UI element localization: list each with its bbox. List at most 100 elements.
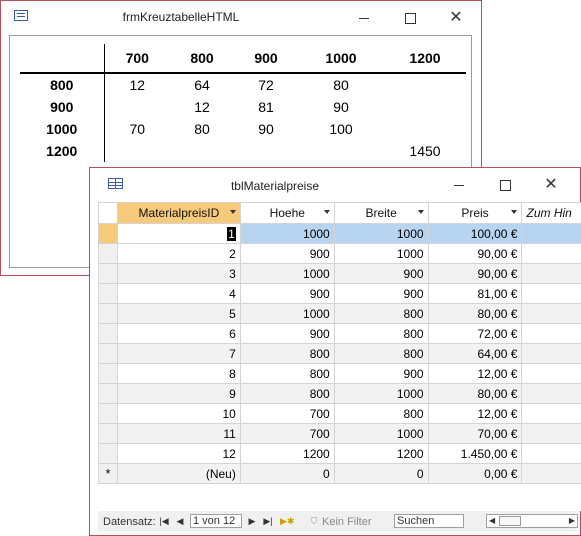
cell-add-new[interactable]: [521, 223, 581, 244]
close-button[interactable]: ✕: [433, 1, 479, 33]
record-position-field[interactable]: 1 von 12: [190, 514, 242, 528]
cell-hoehe[interactable]: 900: [239, 243, 335, 264]
cell-add-new[interactable]: [521, 403, 581, 424]
cell-preis[interactable]: 0,00 €: [427, 463, 523, 484]
cell-breite[interactable]: 1000: [333, 423, 429, 444]
cell-id[interactable]: 10: [116, 403, 241, 424]
column-header-materialpreisid[interactable]: MaterialpreisID: [116, 202, 241, 224]
cell-id[interactable]: 12: [116, 443, 241, 464]
minimize-button[interactable]: [436, 168, 482, 200]
cell-id[interactable]: 7: [116, 343, 241, 364]
cell-preis[interactable]: 12,00 €: [427, 363, 523, 384]
cell-add-new[interactable]: [521, 283, 581, 304]
cell-preis[interactable]: 100,00 €: [427, 223, 523, 244]
cell-preis[interactable]: 90,00 €: [427, 243, 523, 264]
cell-id[interactable]: (Neu): [116, 463, 241, 484]
cell-id[interactable]: 3: [116, 263, 241, 284]
table-row[interactable]: 3 1000 900 90,00 €: [98, 263, 581, 284]
cell-add-new[interactable]: [521, 463, 581, 484]
cell-breite[interactable]: 900: [333, 283, 429, 304]
cell-id[interactable]: 11: [116, 423, 241, 444]
cell-breite[interactable]: 800: [333, 323, 429, 344]
cell-add-new[interactable]: [521, 383, 581, 404]
scroll-thumb[interactable]: [499, 516, 521, 526]
next-record-button[interactable]: ▶: [246, 514, 258, 528]
row-selector[interactable]: [98, 283, 118, 304]
row-selector[interactable]: [98, 363, 118, 384]
first-record-button[interactable]: |◀: [158, 514, 170, 528]
cell-breite[interactable]: 1200: [333, 443, 429, 464]
cell-breite[interactable]: 1000: [333, 243, 429, 264]
cell-add-new[interactable]: [521, 243, 581, 264]
minimize-button[interactable]: [341, 1, 387, 33]
row-selector[interactable]: [98, 383, 118, 404]
cell-hoehe[interactable]: 1000: [239, 223, 335, 244]
table-titlebar[interactable]: tblMaterialpreise ✕: [90, 168, 580, 200]
close-button[interactable]: ✕: [528, 168, 574, 200]
cell-hoehe[interactable]: 800: [239, 343, 335, 364]
cell-preis[interactable]: 81,00 €: [427, 283, 523, 304]
cell-hoehe[interactable]: 1000: [239, 263, 335, 284]
horizontal-scrollbar[interactable]: ◀ ▶: [486, 514, 578, 528]
row-selector[interactable]: [98, 323, 118, 344]
cell-preis[interactable]: 1.450,00 €: [427, 443, 523, 464]
column-header-breite[interactable]: Breite: [333, 202, 429, 224]
cell-hoehe[interactable]: 900: [239, 323, 335, 344]
table-row[interactable]: 1 1000 1000 100,00 €: [98, 223, 581, 244]
cell-hoehe[interactable]: 1000: [239, 303, 335, 324]
table-row[interactable]: 7 800 800 64,00 €: [98, 343, 581, 364]
maximize-button[interactable]: [482, 168, 528, 200]
sort-dropdown-icon[interactable]: [323, 210, 330, 214]
cell-preis[interactable]: 70,00 €: [427, 423, 523, 444]
column-header-add-new[interactable]: Zum Hin: [521, 202, 581, 224]
cell-preis[interactable]: 80,00 €: [427, 303, 523, 324]
prev-record-button[interactable]: ◀: [174, 514, 186, 528]
cell-preis[interactable]: 12,00 €: [427, 403, 523, 424]
cell-breite[interactable]: 0: [333, 463, 429, 484]
table-row[interactable]: 11 700 1000 70,00 €: [98, 423, 581, 444]
sort-dropdown-icon[interactable]: [417, 210, 424, 214]
cell-hoehe[interactable]: 0: [239, 463, 335, 484]
table-row[interactable]: 8 800 900 12,00 €: [98, 363, 581, 384]
row-selector[interactable]: [98, 303, 118, 324]
cell-hoehe[interactable]: 1200: [239, 443, 335, 464]
cell-hoehe[interactable]: 700: [239, 403, 335, 424]
table-row[interactable]: 9 800 1000 80,00 €: [98, 383, 581, 404]
cell-add-new[interactable]: [521, 363, 581, 384]
cell-hoehe[interactable]: 800: [239, 383, 335, 404]
scroll-right-icon[interactable]: ▶: [569, 515, 575, 527]
filter-status-label[interactable]: Kein Filter: [322, 516, 372, 528]
table-row[interactable]: 12 1200 1200 1.450,00 €: [98, 443, 581, 464]
cell-hoehe[interactable]: 900: [239, 283, 335, 304]
cell-id[interactable]: 4: [116, 283, 241, 304]
table-row[interactable]: 5 1000 800 80,00 €: [98, 303, 581, 324]
new-record-marker[interactable]: *: [98, 463, 118, 484]
cell-id[interactable]: 8: [116, 363, 241, 384]
row-selector[interactable]: [98, 423, 118, 444]
maximize-button[interactable]: [387, 1, 433, 33]
cell-breite[interactable]: 1000: [333, 383, 429, 404]
cell-breite[interactable]: 800: [333, 303, 429, 324]
cell-preis[interactable]: 80,00 €: [427, 383, 523, 404]
cell-add-new[interactable]: [521, 443, 581, 464]
cell-add-new[interactable]: [521, 423, 581, 444]
cell-preis[interactable]: 90,00 €: [427, 263, 523, 284]
cell-id[interactable]: 1: [116, 223, 241, 244]
cell-hoehe[interactable]: 700: [239, 423, 335, 444]
row-selector[interactable]: [98, 243, 118, 264]
scroll-left-icon[interactable]: ◀: [489, 515, 495, 527]
cell-breite[interactable]: 900: [333, 263, 429, 284]
last-record-button[interactable]: ▶|: [262, 514, 274, 528]
row-selector[interactable]: [98, 343, 118, 364]
column-header-hoehe[interactable]: Hoehe: [239, 202, 335, 224]
cell-breite[interactable]: 800: [333, 403, 429, 424]
table-row[interactable]: 10 700 800 12,00 €: [98, 403, 581, 424]
cell-breite[interactable]: 800: [333, 343, 429, 364]
new-record-button[interactable]: ▶✱: [280, 514, 294, 528]
cell-preis[interactable]: 72,00 €: [427, 323, 523, 344]
cell-add-new[interactable]: [521, 303, 581, 324]
column-header-preis[interactable]: Preis: [427, 202, 523, 224]
search-input[interactable]: Suchen: [394, 514, 464, 528]
sort-dropdown-icon[interactable]: [511, 210, 518, 214]
cell-add-new[interactable]: [521, 263, 581, 284]
